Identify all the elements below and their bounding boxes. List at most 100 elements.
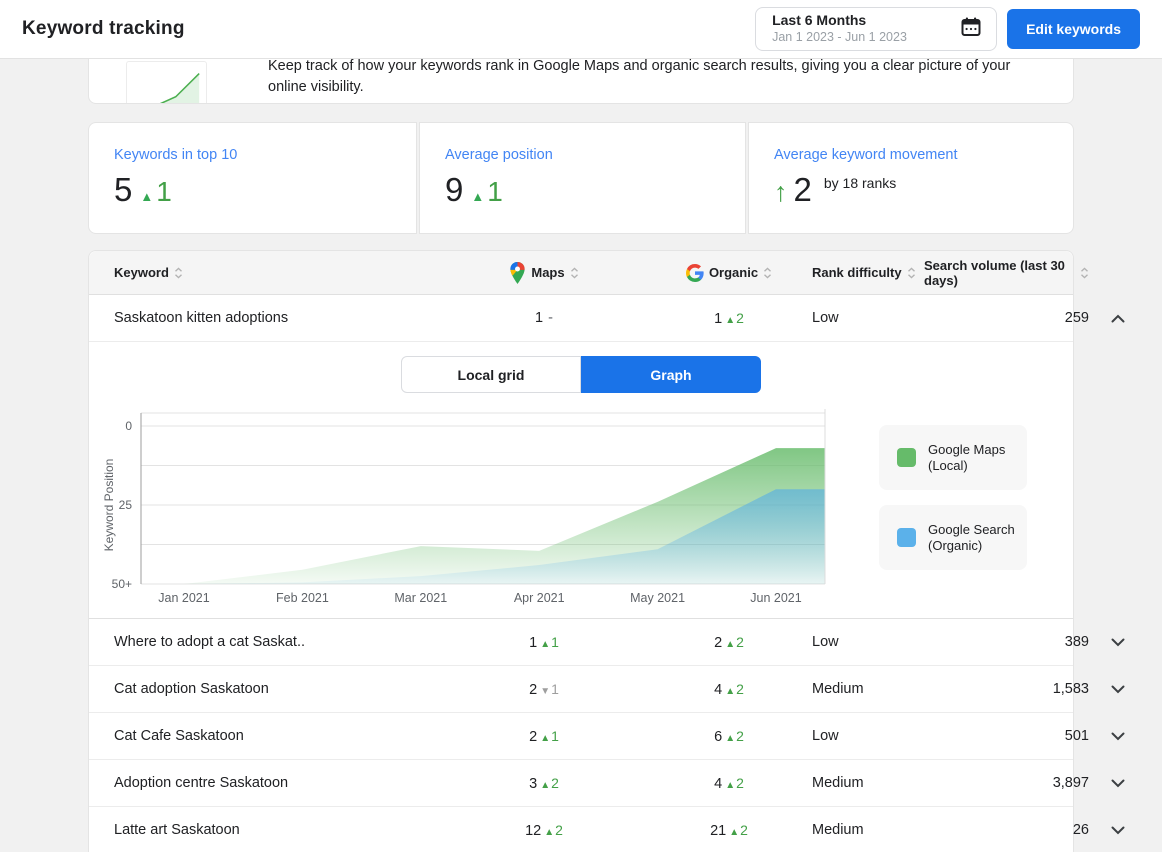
change-amount: 2 [736, 309, 744, 326]
stat-suffix: by 18 ranks [823, 175, 897, 191]
chart-legend: Google Maps (Local) Google Search (Organic) [879, 425, 1027, 570]
organic-position-value: 4 [714, 775, 723, 792]
graph-toggle-button[interactable]: Graph [581, 356, 761, 393]
rank-up-indicator: ▲2 [722, 310, 744, 327]
search-volume-cell: 389 [1064, 634, 1089, 650]
column-header-maps[interactable]: Maps [434, 261, 654, 284]
edit-keywords-button[interactable]: Edit keywords [1007, 9, 1140, 49]
table-row[interactable]: Adoption centre Saskatoon 3 ▲2 4 ▲2 Medium 3,8… [89, 760, 1125, 807]
organic-position-cell: 2 ▲2 [714, 634, 744, 651]
x-axis-tick: Apr 2021 [514, 591, 565, 605]
up-triangle-icon: ▲ [725, 638, 736, 650]
change-amount: 2 [736, 680, 744, 697]
search-volume-cell: 26 [1072, 822, 1089, 838]
rank-up-indicator: ▲1 [537, 728, 559, 745]
organic-position-cell: 6 ▲2 [714, 728, 744, 745]
collapse-chevron-icon[interactable] [1089, 314, 1125, 323]
date-range-picker[interactable]: Last 6 Months Jan 1 2023 - Jun 1 2023 [755, 7, 998, 51]
organic-position-value: 21 [710, 822, 727, 839]
table-row[interactable]: Where to adopt a cat Saskat.. 1 ▲1 2 ▲2 Low 38… [89, 619, 1125, 666]
google-g-icon [685, 263, 704, 282]
stat-value-row: 5 ▲ 1 [114, 171, 392, 209]
up-triangle-icon: ▲ [725, 685, 736, 697]
organic-position-cell: 4 ▲2 [714, 681, 744, 698]
change-amount: 1 [551, 727, 559, 744]
x-axis-tick: Jun 2021 [750, 591, 801, 605]
sort-icon[interactable] [763, 266, 772, 279]
expand-chevron-icon[interactable] [1089, 638, 1125, 647]
table-row[interactable]: Latte art Saskatoon 12 ▲2 21 ▲2 Medium 26 [89, 807, 1125, 852]
stat-value-row: 9 ▲ 1 [445, 171, 721, 209]
rank-difficulty-cell: Medium [812, 822, 864, 838]
column-header-rank-difficulty[interactable]: Rank difficulty [804, 265, 924, 280]
rank-difficulty-cell: Medium [812, 681, 864, 697]
legend-item: Google Search (Organic) [879, 505, 1027, 570]
local-grid-toggle-button[interactable]: Local grid [401, 356, 581, 393]
rank-difficulty-cell: Low [812, 310, 839, 326]
y-axis-tick: 25 [119, 498, 133, 512]
expand-chevron-icon[interactable] [1089, 779, 1125, 788]
change-amount: 2 [736, 727, 744, 744]
legend-item: Google Maps (Local) [879, 425, 1027, 490]
rank-up-indicator: ▲2 [541, 822, 563, 839]
organic-position-cell: 4 ▲2 [714, 775, 744, 792]
maps-position-value: 2 [529, 681, 538, 698]
rank-up-indicator: ▲2 [722, 634, 744, 651]
table-header-row: Keyword Maps Organic Rank difficulty Sea… [89, 251, 1088, 295]
keyword-cell: Cat Cafe Saskatoon [114, 728, 244, 744]
maps-position-cell: 3 ▲2 [529, 775, 559, 792]
rank-difficulty-cell: Low [812, 728, 839, 744]
maps-position-cell: 1- [535, 310, 553, 326]
down-triangle-icon: ▼ [540, 685, 551, 697]
maps-position-cell: 2 ▲1 [529, 728, 559, 745]
column-header-organic[interactable]: Organic [654, 263, 804, 282]
rank-difficulty-cell: Medium [812, 775, 864, 791]
table-row[interactable]: Cat Cafe Saskatoon 2 ▲1 6 ▲2 Low 501 [89, 713, 1125, 760]
rank-up-indicator: ▲1 [537, 634, 559, 651]
column-header-search-volume[interactable]: Search volume (last 30 days) [924, 258, 1089, 288]
stat-value-row: ↑ 2 by 18 ranks [774, 171, 1049, 209]
search-volume-cell: 1,583 [1052, 681, 1089, 697]
organic-position-value: 2 [714, 634, 723, 651]
stat-change: 1 [487, 176, 503, 207]
date-range-text: Last 6 Months Jan 1 2023 - Jun 1 2023 [772, 12, 946, 45]
maps-position-value: 1 [535, 310, 544, 326]
sort-icon[interactable] [570, 266, 579, 279]
column-header-keyword[interactable]: Keyword [114, 265, 434, 280]
google-maps-pin-icon [510, 261, 526, 284]
maps-position-cell: 2 ▼1 [529, 681, 559, 698]
expand-chevron-icon[interactable] [1089, 826, 1125, 835]
chart-area: 0 25 50+ Keyword Position Jan 2021 Feb 2021 Ma… [89, 403, 1073, 608]
keyword-cell: Adoption centre Saskatoon [114, 775, 289, 791]
table-row[interactable]: Saskatoon kitten adoptions 1-1 ▲2 Low 259 [89, 295, 1125, 342]
sort-icon[interactable] [1080, 266, 1089, 279]
sort-icon[interactable] [174, 266, 183, 279]
y-axis-tick: 50+ [112, 577, 132, 591]
legend-label: Google Maps (Local) [928, 441, 1006, 473]
stat-label: Average position [445, 147, 553, 163]
stat-value: 5 [114, 171, 133, 208]
table-row[interactable]: Cat adoption Saskatoon 2 ▼1 4 ▲2 Medium 1,583 [89, 666, 1125, 713]
up-triangle-icon: ▲ [540, 779, 551, 791]
y-axis-title: Keyword Position [102, 459, 116, 552]
rank-difficulty-cell: Low [812, 634, 839, 650]
change-amount: 1 [551, 680, 559, 697]
change-amount: 2 [555, 821, 563, 838]
x-axis-tick: Jan 2021 [158, 591, 209, 605]
change-amount: 2 [736, 774, 744, 791]
keyword-cell: Where to adopt a cat Saskat.. [114, 634, 306, 650]
maps-position-value: 3 [529, 775, 538, 792]
stat-card-average-position: Average position 9 ▲ 1 [419, 122, 746, 234]
expand-chevron-icon[interactable] [1089, 732, 1125, 741]
up-triangle-icon: ▲ [471, 189, 485, 204]
sort-icon[interactable] [907, 266, 916, 279]
stat-change: 1 [156, 176, 172, 207]
keyword-cell: Saskatoon kitten adoptions [114, 310, 289, 326]
change-amount: 1 [551, 633, 559, 650]
expand-chevron-icon[interactable] [1089, 685, 1125, 694]
maps-position-value: 2 [529, 728, 538, 745]
intro-line1: Keep track of how your keywords rank in … [268, 58, 1011, 74]
up-triangle-icon: ▲ [140, 189, 154, 204]
date-range-label: Last 6 Months [772, 12, 867, 29]
calendar-icon[interactable] [960, 16, 982, 43]
